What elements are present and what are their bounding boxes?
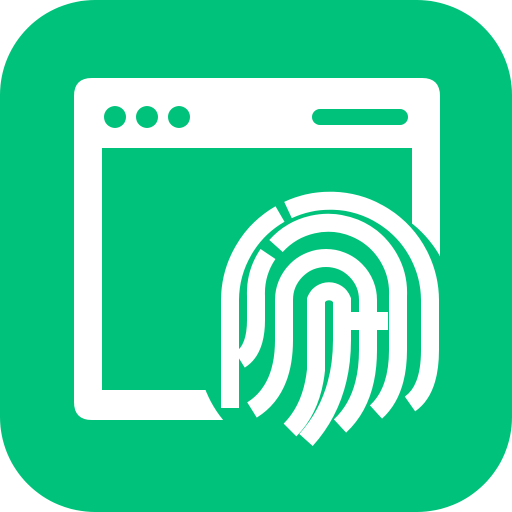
window-dot-1 [104,106,126,128]
address-bar [312,109,408,125]
browser-fingerprint-icon [0,0,512,512]
app-icon [0,0,512,512]
window-dot-3 [168,106,190,128]
window-dot-2 [136,106,158,128]
